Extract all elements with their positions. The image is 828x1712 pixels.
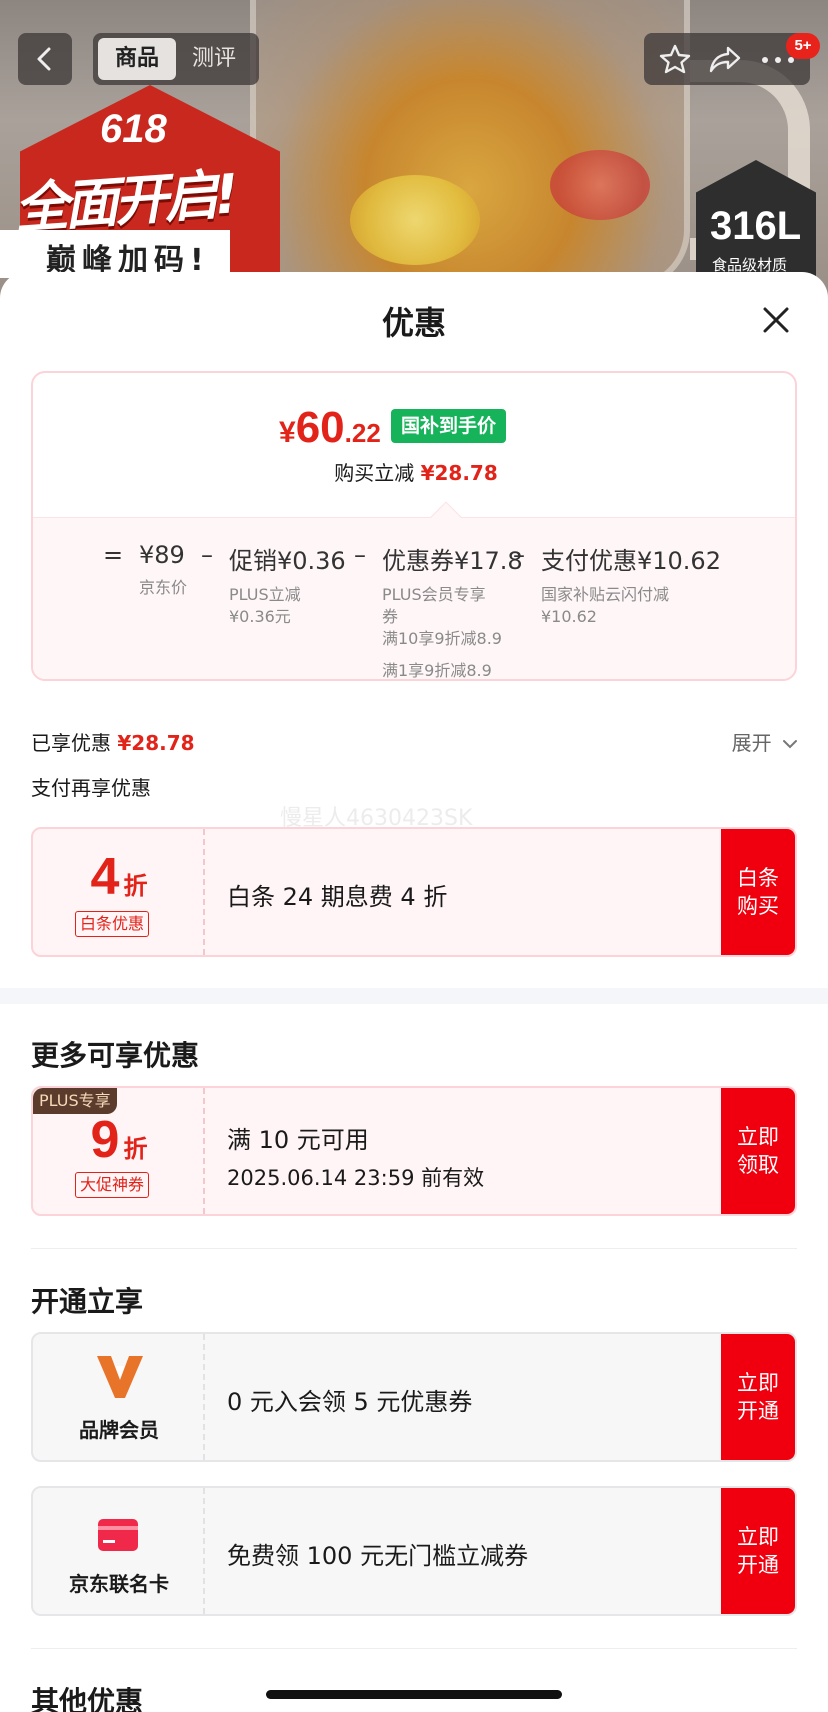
payment-detail-line: ¥10.62 [541,607,597,626]
payment-detail-line: 国家补贴云闪付减 [541,585,670,604]
share-icon[interactable] [708,43,742,75]
other-discounts-title: 其他优惠 [31,1685,144,1712]
final-price-decimal: .22 [344,418,381,448]
enjoyed-discount: 已享优惠 ¥28.78 [31,727,195,756]
baitiao-buy-button[interactable]: 白条 购买 [721,829,795,955]
plus-coupon: PLUS专享 9折 大促神券 满 10 元可用 2025.06.14 23:59… [31,1086,797,1216]
brand-member-desc: 0 元入会领 5 元优惠券 [227,1388,473,1416]
open-brand-member-button[interactable]: 立即 开通 [721,1334,795,1460]
credit-card-icon [98,1519,138,1551]
instant-saving: 购买立减 ¥28.78 [33,457,795,486]
baitiao-desc: 白条 24 期息费 4 折 [227,883,448,911]
cta-line: 白条 [737,866,779,890]
promotion-detail-line: PLUS立减 [229,585,301,604]
cta-line: 立即 [737,1125,779,1149]
instant-saving-label: 购买立减 [334,461,415,485]
notification-badge: 5+ [786,33,820,59]
coupon-detail-line: 满10享9折减8.9 [382,629,502,648]
breakdown-promotion: 促销¥0.36 PLUS立减 ¥0.36元 [229,541,346,628]
instant-saving-value: ¥28.78 [420,461,498,485]
cta-line: 立即 [737,1371,779,1395]
brand-member-card: 品牌会员 0 元入会领 5 元优惠券 立即开通 [31,1332,797,1462]
expand-label: 展开 [731,731,772,755]
plus-validity: 2025.06.14 23:59 前有效 [227,1166,485,1190]
equals-sign: = [103,541,124,569]
chevron-left-icon [37,47,51,71]
minus-sign: – [513,541,525,569]
discount-unit: 折 [123,1135,148,1163]
final-price-integer: 60 [295,403,345,452]
open-jd-card-button[interactable]: 立即 开通 [721,1488,795,1614]
final-price-currency: ¥ [279,416,296,449]
material-value: 316L [710,204,802,248]
breakdown-payment: 支付优惠¥10.62 国家补贴云闪付减 ¥10.62 [541,541,721,628]
cta-line: 购买 [737,894,779,918]
claim-button[interactable]: 立即 领取 [721,1088,795,1214]
header-actions [644,33,810,85]
divider [31,1648,797,1649]
coupon-detail-line: 券 [382,607,399,626]
jd-card-desc: 免费领 100 元无门槛立减券 [227,1542,529,1570]
minus-sign: – [201,541,213,569]
final-price: ¥60.22 [279,403,381,453]
cta-line: 立即 [737,1525,779,1549]
promotion-detail: PLUS立减 ¥0.36元 [229,584,346,628]
lemon-graphic [350,175,480,265]
sheet-title: 优惠 [381,304,446,342]
cta-line: 开通 [737,1399,779,1423]
coupon-detail-extra: 满1享9折减8.9 [382,661,492,680]
header-tabs: 商品 测评 [93,33,259,85]
promotion-value: 促销¥0.36 [229,547,346,575]
plus-condition: 满 10 元可用 [227,1126,369,1154]
baitiao-coupon: 4折 白条优惠 白条 24 期息费 4 折 白条购买 [31,827,797,957]
price-card: ¥60.22 国补到手价 购买立减 ¥28.78 = ¥89 京东价 – 促销¥… [31,371,797,681]
breakdown-coupon: 优惠券¥17.8 PLUS会员专享 券 满10享9折减8.9 满1享9折减8.9 [382,541,523,680]
breakdown-jd-price: ¥89 京东价 [139,541,187,599]
payment-detail: 国家补贴云闪付减 ¥10.62 [541,584,721,628]
brand-member-name: 品牌会员 [79,1418,159,1442]
jd-price-value: ¥89 [139,541,185,569]
pay-more-title: 支付再享优惠 [31,776,151,800]
expand-button[interactable]: 展开 [732,727,798,756]
jd-price-label: 京东价 [139,578,188,597]
back-button[interactable] [18,33,72,85]
chevron-down-icon [783,740,797,749]
section-divider [0,988,828,1004]
promo-banner: 618 全面开启! 巅峰加码! [0,85,290,278]
coupon-value: 优惠券¥17.8 [382,547,523,575]
tab-review[interactable]: 测评 [175,38,253,80]
discount-sheet: 优惠 ¥60.22 国补到手价 购买立减 ¥28.78 = ¥89 京东价 – … [0,272,828,1712]
kettle-graphic [250,0,690,290]
payment-value: 支付优惠¥10.62 [541,547,721,575]
brand-v-icon [97,1356,143,1398]
enjoyed-label: 已享优惠 [31,731,111,755]
berry-graphic [550,150,650,220]
tab-product[interactable]: 商品 [98,38,176,80]
discount-unit: 折 [123,872,148,900]
divider [31,1248,797,1249]
jd-card-offer: 京东联名卡 免费领 100 元无门槛立减券 立即开通 [31,1486,797,1616]
promotion-detail-line: ¥0.36元 [229,607,291,626]
promo-618: 618 [100,107,167,151]
cta-line: 领取 [737,1153,779,1177]
baitiao-discount: 4折 [33,847,205,907]
open-benefits-title: 开通立享 [31,1285,144,1318]
discount-number: 4 [90,848,120,906]
minus-sign: – [354,541,366,569]
jd-card-name: 京东联名卡 [69,1572,169,1596]
more-discounts-title: 更多可享优惠 [31,1039,200,1072]
coupon-detail-line: PLUS会员专享 [382,585,486,604]
cta-line: 开通 [737,1553,779,1577]
star-icon[interactable] [658,43,692,75]
plus-discount: 9折 [33,1110,205,1170]
enjoyed-value: ¥28.78 [117,731,195,755]
baitiao-tag: 白条优惠 [75,911,150,937]
home-indicator [266,1690,562,1699]
plus-tag: 大促神券 [75,1172,150,1198]
discount-number: 9 [90,1111,120,1169]
close-icon[interactable] [756,300,796,340]
coupon-detail: PLUS会员专享 券 满10享9折减8.9 满1享9折减8.9 [382,584,523,680]
gov-subsidy-tag: 国补到手价 [391,409,507,443]
